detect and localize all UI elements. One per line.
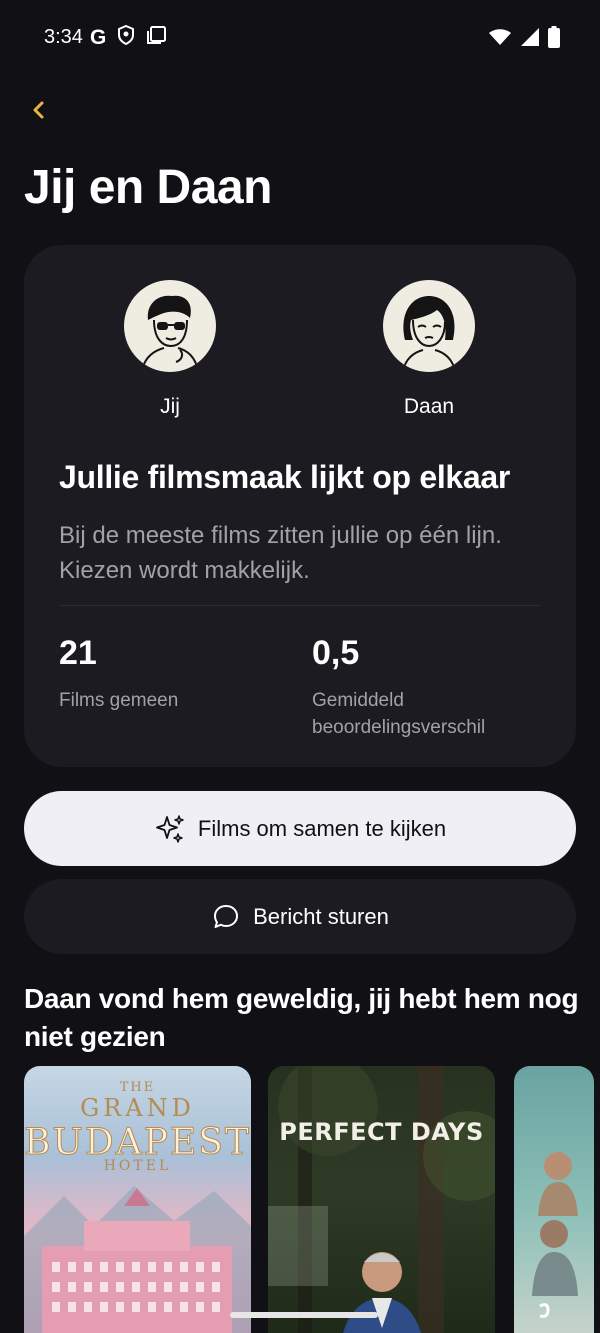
status-bar: 3:34 G xyxy=(0,0,600,76)
stat-label: Gemiddeld beoordelingsverschil xyxy=(312,690,486,738)
poster-title: PERFECT DAYS xyxy=(279,1118,484,1146)
back-button[interactable] xyxy=(28,96,52,124)
status-icons-right xyxy=(488,26,560,53)
forest-background xyxy=(268,1066,495,1333)
user-name-jij: Jij xyxy=(160,395,180,418)
back-chevron-icon xyxy=(33,101,44,119)
poster-text: GRAND xyxy=(80,1094,195,1122)
wifi-icon xyxy=(488,27,512,52)
poster-grand-budapest-hotel[interactable]: THE GRAND BUDAPEST HOTEL xyxy=(24,1066,251,1333)
stat-label: Films gemeen xyxy=(59,690,179,711)
home-indicator xyxy=(230,1312,378,1318)
chat-bubble-icon xyxy=(214,904,239,928)
divider xyxy=(59,605,541,606)
poster-title: BUDAPEST xyxy=(24,1122,251,1164)
match-description: Bij de meeste films zitten jullie op één… xyxy=(59,522,502,584)
page-title: Jij en Daan xyxy=(24,161,272,214)
poster-text: HOTEL xyxy=(103,1158,172,1174)
avatar-daan[interactable] xyxy=(383,280,475,372)
battery-icon xyxy=(548,26,560,53)
stat-rating-difference: 0,5 Gemiddeld beoordelingsverschil xyxy=(312,633,522,741)
poster-partial[interactable] xyxy=(514,1066,594,1333)
shield-icon xyxy=(116,24,136,51)
watch-together-label: Films om samen te kijken xyxy=(197,815,447,841)
status-time: 3:34 xyxy=(44,26,83,48)
send-message-button[interactable]: Bericht sturen xyxy=(24,879,576,954)
sparkles-icon xyxy=(156,814,184,843)
google-g-icon: G xyxy=(90,25,107,49)
poster-carousel[interactable]: THE GRAND BUDAPEST HOTEL PERFECT DAYS xyxy=(24,1066,600,1333)
poster-art xyxy=(532,1152,578,1318)
signal-icon xyxy=(520,27,540,52)
compatibility-card: Jij Daan Jullie filmsmaak lijkt op elkaa… xyxy=(24,245,576,767)
match-title: Jullie filmsmaak lijkt op elkaar xyxy=(59,459,511,495)
watch-together-button[interactable]: Films om samen te kijken xyxy=(24,791,576,866)
stat-value: 0,5 xyxy=(312,634,360,672)
section-title: Daan vond hem geweldig, jij hebt hem nog… xyxy=(24,983,579,1052)
user-name-daan: Daan xyxy=(403,395,455,418)
stat-value: 21 xyxy=(59,634,97,672)
hotel-illustration xyxy=(24,1186,251,1333)
status-icons-left: G xyxy=(90,24,168,51)
send-message-label: Bericht sturen xyxy=(253,903,389,929)
poster-text: THE xyxy=(119,1080,156,1095)
stat-films-in-common: 21 Films gemeen xyxy=(59,633,269,714)
avatar-jij[interactable] xyxy=(124,280,216,372)
screen-icon xyxy=(146,25,168,50)
poster-perfect-days[interactable]: PERFECT DAYS xyxy=(268,1066,495,1333)
